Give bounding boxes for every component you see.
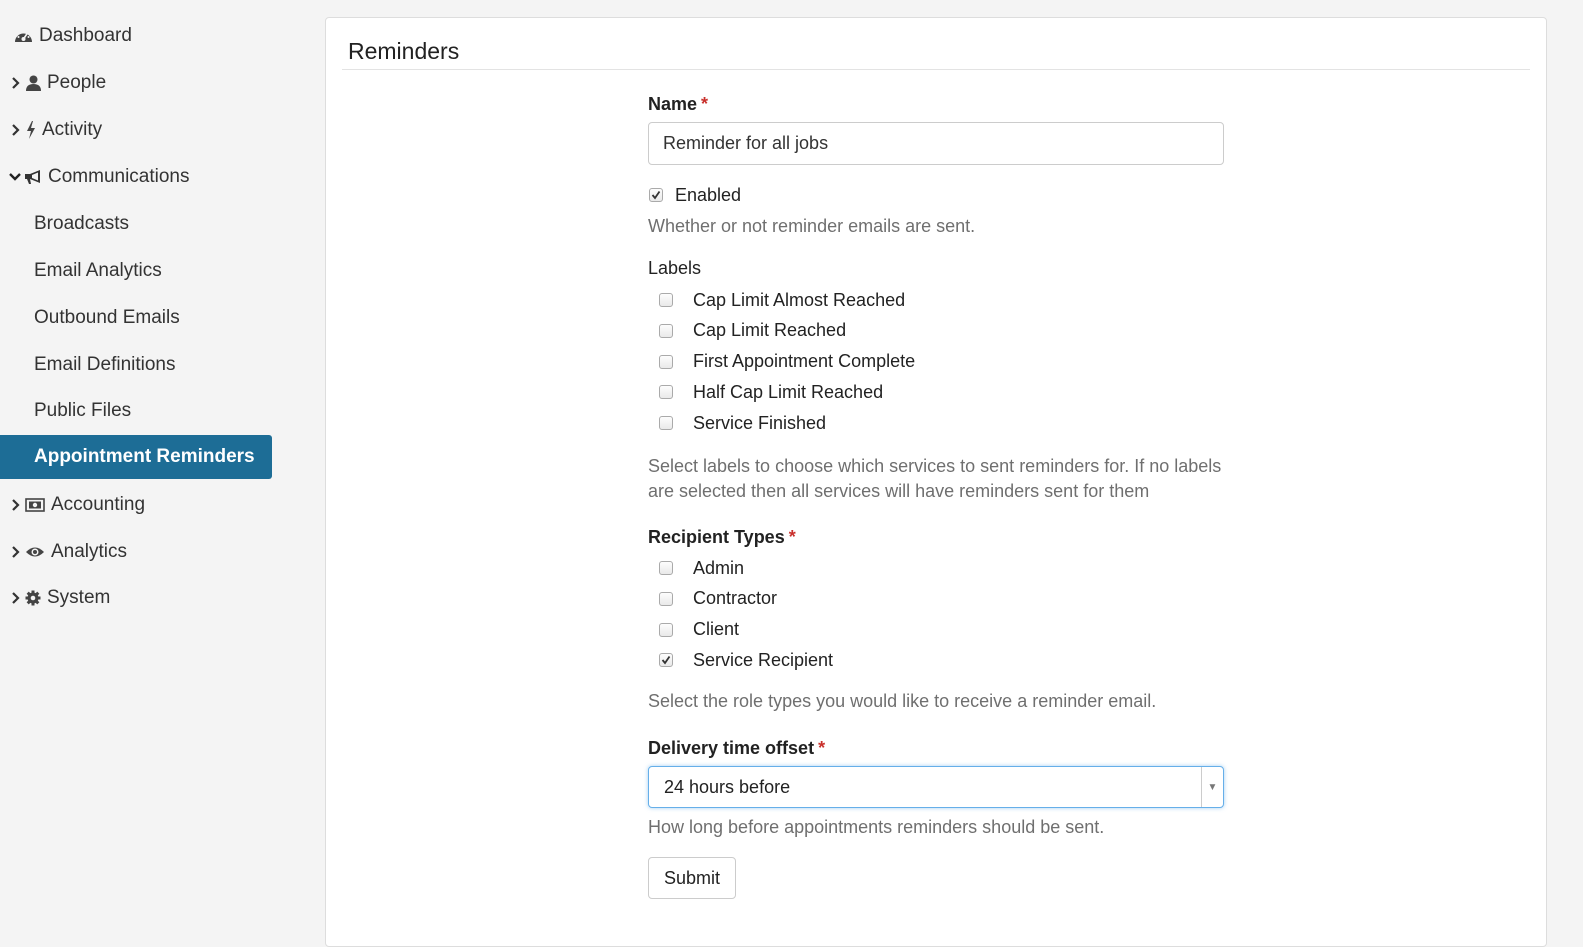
submit-button[interactable]: Submit <box>648 857 736 899</box>
chevron-right-icon <box>8 76 22 90</box>
sidebar: Dashboard People Activity Communications… <box>0 0 300 934</box>
label-checkbox[interactable] <box>659 385 673 400</box>
label-option[interactable]: Cap Limit Reached <box>659 319 915 343</box>
name-label-text: Name <box>648 94 698 114</box>
label-option[interactable]: First Appointment Complete <box>659 350 915 374</box>
dashboard-icon <box>14 28 33 44</box>
nav-label: Dashboard <box>39 25 132 46</box>
chevron-right-icon <box>8 498 22 512</box>
nav-people[interactable]: People <box>0 61 106 105</box>
eye-icon <box>25 545 45 559</box>
labels-help-line-2: are selected then all services will have… <box>648 481 1150 501</box>
nav-label: People <box>47 72 107 93</box>
nav-label: System <box>47 587 111 608</box>
required-marker: * <box>818 738 826 758</box>
reminders-panel: Reminders Name* Enabled Whether or not r… <box>325 17 1547 947</box>
label-option[interactable]: Service Finished <box>659 411 915 435</box>
recipient-checkbox[interactable] <box>659 622 673 637</box>
required-marker: * <box>788 527 796 547</box>
money-icon <box>25 498 45 512</box>
labels-help: Select labels to choose which services t… <box>648 454 1248 504</box>
title-divider <box>342 69 1530 70</box>
recipient-checkbox[interactable] <box>659 591 673 606</box>
nav-system[interactable]: System <box>0 576 110 620</box>
recipient-types-label-text: Recipient Types <box>648 527 785 547</box>
label-checkbox[interactable] <box>659 416 673 431</box>
chevron-down-icon <box>8 172 22 182</box>
recipient-types-help: Select the role types you would like to … <box>648 691 1157 711</box>
nav-public-files[interactable]: Public Files <box>34 389 131 433</box>
bolt-icon <box>26 121 36 139</box>
recipient-checkbox[interactable] <box>659 561 673 575</box>
label-option-text: Cap Limit Almost Reached <box>693 289 906 310</box>
delivery-help: How long before appointments reminders s… <box>648 817 1105 837</box>
nav-dashboard[interactable]: Dashboard <box>0 14 132 58</box>
name-input[interactable] <box>648 122 1224 165</box>
caret-down-icon[interactable]: ▼ <box>1201 767 1223 807</box>
required-marker: * <box>701 94 709 114</box>
recipient-types-label: Recipient Types * <box>648 527 796 548</box>
nav-outbound-emails[interactable]: Outbound Emails <box>34 296 180 340</box>
nav-label: Accounting <box>51 494 146 515</box>
nav-accounting[interactable]: Accounting <box>0 483 145 527</box>
label-checkbox[interactable] <box>659 323 673 338</box>
labels-options: Cap Limit Almost Reached Cap Limit Reach… <box>659 288 915 435</box>
nav-label: Analytics <box>51 541 128 562</box>
nav-communications[interactable]: Communications <box>0 155 190 199</box>
recipient-option[interactable]: Service Recipient <box>659 648 833 672</box>
recipient-option[interactable]: Client <box>659 618 833 642</box>
nav-email-analytics[interactable]: Email Analytics <box>34 249 162 293</box>
labels-help-line-1: Select labels to choose which services t… <box>648 456 1222 476</box>
chevron-right-icon <box>8 545 22 559</box>
bullhorn-icon <box>23 169 42 185</box>
enabled-checkbox-row[interactable]: Enabled <box>649 183 741 207</box>
label-option[interactable]: Half Cap Limit Reached <box>659 380 915 404</box>
nav-analytics[interactable]: Analytics <box>0 530 127 574</box>
nav-label: Appointment Reminders <box>34 446 255 467</box>
enabled-help: Whether or not reminder emails are sent. <box>648 216 976 236</box>
chevron-right-icon <box>8 591 22 605</box>
labels-title: Labels <box>648 258 702 278</box>
nav-label: Activity <box>42 119 103 140</box>
chevron-right-icon <box>8 123 22 137</box>
nav-email-definitions[interactable]: Email Definitions <box>34 343 176 387</box>
name-label: Name * <box>648 94 708 115</box>
label-option-text: First Appointment Complete <box>693 351 916 372</box>
nav-label: Communications <box>48 166 190 187</box>
enabled-checkbox[interactable] <box>649 188 663 202</box>
recipient-option[interactable]: Admin <box>659 556 833 580</box>
recipient-option-text: Service Recipient <box>693 649 834 670</box>
recipient-option-text: Contractor <box>693 588 778 609</box>
page-title: Reminders <box>348 38 460 64</box>
recipient-options: Admin Contractor Client Service Recipien… <box>659 556 833 672</box>
label-option-text: Service Finished <box>693 412 827 433</box>
recipient-option-text: Client <box>693 619 740 640</box>
nav-activity[interactable]: Activity <box>0 108 102 152</box>
label-option-text: Cap Limit Reached <box>693 320 847 341</box>
label-option-text: Half Cap Limit Reached <box>693 381 884 402</box>
user-icon <box>26 75 41 91</box>
label-checkbox[interactable] <box>659 354 673 369</box>
delivery-select-value: 24 hours before <box>664 776 791 797</box>
label-checkbox[interactable] <box>659 293 673 307</box>
delivery-label-text: Delivery time offset <box>648 738 815 758</box>
recipient-option[interactable]: Contractor <box>659 587 833 611</box>
gear-icon <box>25 590 41 606</box>
label-option[interactable]: Cap Limit Almost Reached <box>659 288 915 312</box>
recipient-checkbox[interactable] <box>659 653 673 668</box>
enabled-label: Enabled <box>675 184 742 205</box>
recipient-option-text: Admin <box>693 557 745 578</box>
delivery-label: Delivery time offset * <box>648 738 825 759</box>
nav-broadcasts[interactable]: Broadcasts <box>34 202 129 246</box>
delivery-select[interactable]: 24 hours before ▼ <box>648 766 1224 808</box>
nav-appointment-reminders[interactable]: Appointment Reminders <box>0 435 272 479</box>
